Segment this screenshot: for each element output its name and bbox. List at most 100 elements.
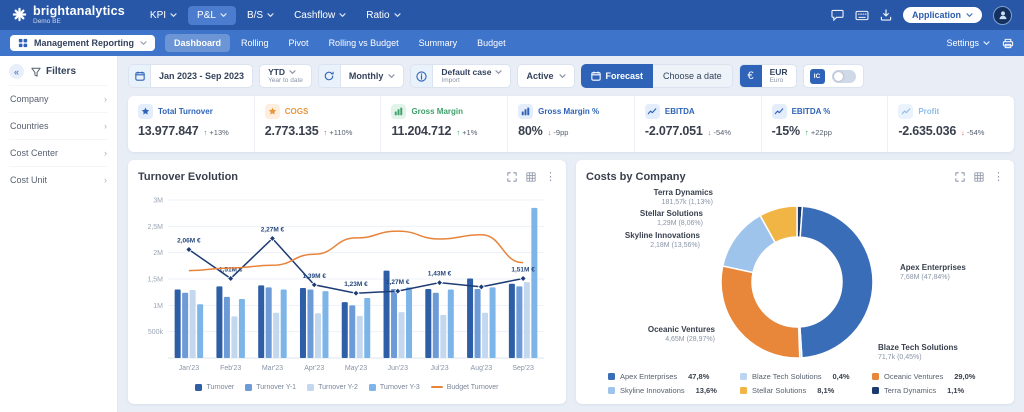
bar-turnover-y-1[interactable] — [307, 289, 314, 358]
line-marker[interactable] — [477, 283, 485, 291]
expand-icon[interactable] — [507, 172, 517, 182]
bar-turnover-y-3[interactable] — [238, 299, 245, 358]
bar-turnover-y-2[interactable] — [523, 282, 530, 358]
donut-slice-apex-enterprises[interactable] — [799, 205, 874, 359]
tab-pivot[interactable]: Pivot — [280, 34, 318, 52]
nav-item-p-l[interactable]: P&L — [188, 5, 236, 25]
choose-date-button[interactable]: Choose a date — [653, 64, 733, 88]
bar-turnover-y-3[interactable] — [280, 289, 287, 358]
bar-turnover-y-2[interactable] — [440, 314, 447, 358]
bar-turnover-y-1[interactable] — [432, 292, 439, 358]
bar-turnover[interactable] — [299, 287, 306, 358]
expand-icon[interactable] — [955, 172, 965, 182]
kpi-card-cogs[interactable]: COGS 2.773.135 ↑ +110% — [255, 96, 382, 152]
kebab-menu-icon[interactable]: ⋮ — [545, 171, 556, 183]
bar-turnover[interactable] — [174, 289, 181, 358]
tab-dashboard[interactable]: Dashboard — [165, 34, 231, 52]
arrow-down-icon: ↓ — [961, 128, 965, 137]
donut-slice-oceanic-ventures[interactable] — [720, 265, 801, 359]
forecast-button[interactable]: Forecast — [580, 64, 654, 88]
costs-donut-chart[interactable] — [712, 197, 882, 367]
table-view-icon[interactable] — [526, 172, 536, 182]
tab-summary[interactable]: Summary — [410, 34, 467, 52]
keyboard-icon[interactable] — [855, 10, 869, 21]
bar-turnover-y-3[interactable] — [197, 304, 204, 358]
line-budget-turnover[interactable] — [188, 230, 524, 272]
tab-budget[interactable]: Budget — [468, 34, 515, 52]
bar-turnover-y-1[interactable] — [265, 287, 272, 358]
settings-menu[interactable]: Settings — [946, 38, 990, 48]
workspace-selector[interactable]: Management Reporting — [10, 35, 156, 51]
currency-select[interactable]: € EUR Euro — [738, 64, 797, 88]
bar-turnover-y-1[interactable] — [474, 289, 481, 358]
bar-turnover-y-1[interactable] — [516, 286, 523, 358]
bar-turnover[interactable] — [425, 289, 432, 358]
brightanalytics-logo-icon — [12, 7, 27, 22]
nav-item-ratio[interactable]: Ratio — [357, 6, 409, 25]
bar-turnover-y-3[interactable] — [322, 291, 329, 358]
currency-code: EUR — [769, 67, 788, 77]
user-avatar[interactable] — [993, 5, 1012, 25]
bar-turnover-y-2[interactable] — [314, 313, 321, 358]
chat-icon[interactable] — [831, 9, 844, 21]
bar-turnover-y-2[interactable] — [356, 315, 363, 358]
period-select[interactable]: Monthly — [317, 64, 405, 88]
sidebar-item-cost-center[interactable]: Cost Center › — [9, 139, 108, 166]
line-marker[interactable] — [519, 274, 527, 283]
tab-rolling-vs-budget[interactable]: Rolling vs Budget — [320, 34, 408, 52]
kpi-card-ebitda[interactable]: EBITDA % -15% ↑ +22pp — [762, 96, 889, 152]
bar-turnover-y-3[interactable] — [364, 297, 371, 358]
bar-turnover[interactable] — [216, 286, 223, 358]
status-select[interactable]: Active — [517, 64, 575, 88]
arrow-down-icon: ↓ — [707, 128, 712, 137]
bar-turnover-y-2[interactable] — [231, 316, 238, 358]
turnover-chart[interactable]: 500k 1M 1,5M 2M 2,5M 3M Jan'23 Feb'23 Mar'23 Apr'… — [138, 188, 550, 380]
kpi-card-profit[interactable]: Profit -2.635.036 ↓ -54% — [888, 96, 1014, 152]
bar-turnover-y-2[interactable] — [482, 312, 489, 358]
bar-turnover-y-1[interactable] — [182, 292, 189, 358]
bar-turnover-y-2[interactable] — [273, 312, 280, 358]
bar-turnover-y-3[interactable] — [531, 207, 538, 358]
bar-turnover[interactable] — [258, 285, 265, 358]
download-icon[interactable] — [880, 9, 892, 21]
nav-item-kpi[interactable]: KPI — [141, 6, 186, 25]
bar-turnover-y-1[interactable] — [391, 289, 398, 358]
bar-turnover-y-1[interactable] — [349, 305, 356, 358]
application-selector[interactable]: Application — [903, 7, 982, 23]
nav-item-cashflow[interactable]: Cashflow — [285, 6, 355, 25]
print-icon[interactable] — [1002, 38, 1014, 49]
bar-turnover-y-1[interactable] — [223, 296, 230, 358]
brand[interactable]: brightanalytics Demo BE — [12, 4, 125, 26]
callout-name: Apex Enterprises — [900, 263, 966, 272]
sidebar-item-company[interactable]: Company › — [9, 85, 108, 112]
kpi-card-gross-margin[interactable]: Gross Margin % 80% ↓ -9pp — [508, 96, 635, 152]
kpi-card-gross-margin[interactable]: Gross Margin 11.204.712 ↑ +1% — [381, 96, 509, 152]
sidebar-item-countries[interactable]: Countries › — [9, 112, 108, 139]
kpi-delta: ↑ +22pp — [804, 128, 832, 137]
kpi-card-total-turnover[interactable]: Total Turnover 13.977.847 ↑ +13% — [128, 96, 255, 152]
primary-nav: KPI P&L B/S Cashflow Ratio — [141, 5, 410, 25]
ytd-select[interactable]: YTD Year to date — [259, 64, 312, 88]
case-select[interactable]: Default case Import — [410, 64, 512, 88]
bar-turnover-y-3[interactable] — [489, 287, 496, 358]
bar-turnover[interactable] — [508, 283, 515, 358]
collapse-sidebar-button[interactable]: « — [9, 64, 24, 79]
bar-turnover[interactable] — [467, 278, 474, 358]
bar-turnover[interactable] — [341, 302, 348, 358]
ic-toggle[interactable] — [831, 69, 856, 83]
bar-turnover-y-2[interactable] — [398, 312, 405, 358]
nav-item-b-s[interactable]: B/S — [238, 6, 283, 25]
bar-turnover-y-2[interactable] — [189, 290, 196, 358]
bar-turnover-y-3[interactable] — [406, 287, 413, 358]
date-range-picker[interactable]: Jan 2023 - Sep 2023 — [128, 64, 254, 88]
sidebar-item-cost-unit[interactable]: Cost Unit › — [9, 166, 108, 193]
bar-turnover-y-3[interactable] — [447, 289, 454, 358]
tab-rolling[interactable]: Rolling — [232, 34, 278, 52]
bars-icon — [391, 104, 407, 119]
legend-marker — [740, 387, 747, 394]
kebab-menu-icon[interactable]: ⋮ — [993, 171, 1004, 183]
kpi-card-ebitda[interactable]: EBITDA -2.077.051 ↓ -54% — [635, 96, 762, 152]
line-marker[interactable] — [435, 279, 444, 287]
line-marker[interactable] — [352, 289, 360, 297]
table-view-icon[interactable] — [974, 172, 984, 182]
